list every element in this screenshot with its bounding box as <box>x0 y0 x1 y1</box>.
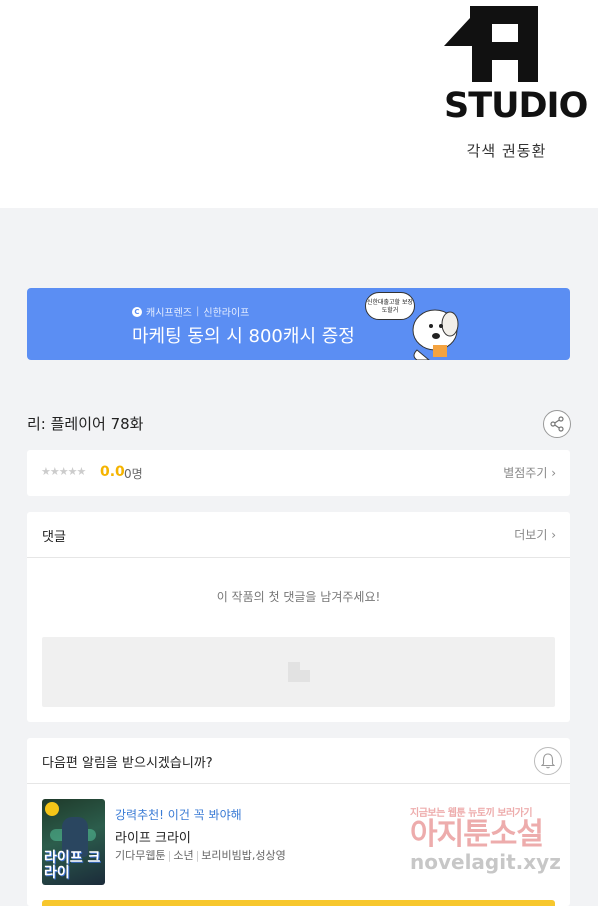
share-button[interactable] <box>543 410 571 438</box>
rate-button[interactable]: 별점주기 › <box>503 464 556 481</box>
studio-name: STUDIO <box>444 86 588 126</box>
meta-genre: 소년 <box>173 849 194 862</box>
comment-card: 댓글 더보기 › 이 작품의 첫 댓글을 남겨주세요! <box>27 512 570 722</box>
empty-comment-message: 이 작품의 첫 댓글을 남겨주세요! <box>216 590 381 604</box>
thumbnail-title: 라이프 크라이 <box>44 850 101 881</box>
clock-badge-icon <box>45 802 59 816</box>
rating-score: 0.0 <box>100 464 125 480</box>
rating-stars: ★★★★★ <box>41 465 86 478</box>
notification-button[interactable] <box>534 747 562 775</box>
header-area: STUDIO 각색 권동환 <box>0 0 598 208</box>
next-episode-button[interactable] <box>42 900 555 906</box>
banner-sponsor: C 캐시프렌즈 | 신한라이프 <box>132 304 249 319</box>
sponsor-divider: | <box>196 306 200 317</box>
rating-card: ★★★★★ 0.0 0명 별점주기 › <box>27 450 570 496</box>
comment-more-button[interactable]: 더보기 › <box>514 526 556 543</box>
banner-speech-bubble: 신한대출고할 보장도할거 <box>365 292 415 320</box>
rater-count: 0명 <box>124 467 143 481</box>
comment-header: 댓글 더보기 › <box>27 512 570 558</box>
meta-type: 기다무웹툰 <box>115 849 166 862</box>
comment-placeholder-icon <box>288 662 310 682</box>
meta-divider: | <box>195 849 200 862</box>
recommendation-title[interactable]: 라이프 크라이 <box>115 827 191 846</box>
ad-banner[interactable]: C 캐시프렌즈 | 신한라이프 마케팅 동의 시 800캐시 증정 신한대출고할… <box>27 288 570 360</box>
cash-friends-icon: C <box>132 306 142 317</box>
subscribe-header: 다음편 알림을 받으시겠습니까? <box>27 738 570 784</box>
banner-title: 마케팅 동의 시 800캐시 증정 <box>132 326 355 347</box>
episode-title: 리: 플레이어 78화 <box>27 415 144 433</box>
subscribe-card: 다음편 알림을 받으시겠습니까? 라이프 크라이 강력추천! 이건 꼭 봐야해 … <box>27 738 570 906</box>
meta-divider: | <box>167 849 172 862</box>
recommendation-meta: 기다무웹툰 | 소년 | 보리비빔밥,성상영 <box>115 847 286 863</box>
sponsor-partner: 신한라이프 <box>203 308 250 319</box>
comment-input[interactable] <box>42 637 555 707</box>
comment-label: 댓글 <box>42 530 66 545</box>
subscribe-question: 다음편 알림을 받으시겠습니까? <box>42 756 213 771</box>
adaptation-credit: 각색 권동환 <box>466 142 547 160</box>
recommendation-tag: 강력추천! 이건 꼭 봐야해 <box>115 808 242 822</box>
bell-icon <box>541 753 555 769</box>
recommended-thumbnail[interactable]: 라이프 크라이 <box>42 799 105 885</box>
share-icon <box>550 416 564 432</box>
sponsor-brand: 캐시프렌즈 <box>146 308 192 319</box>
meta-authors: 보리비빔밥,성상영 <box>201 849 286 862</box>
